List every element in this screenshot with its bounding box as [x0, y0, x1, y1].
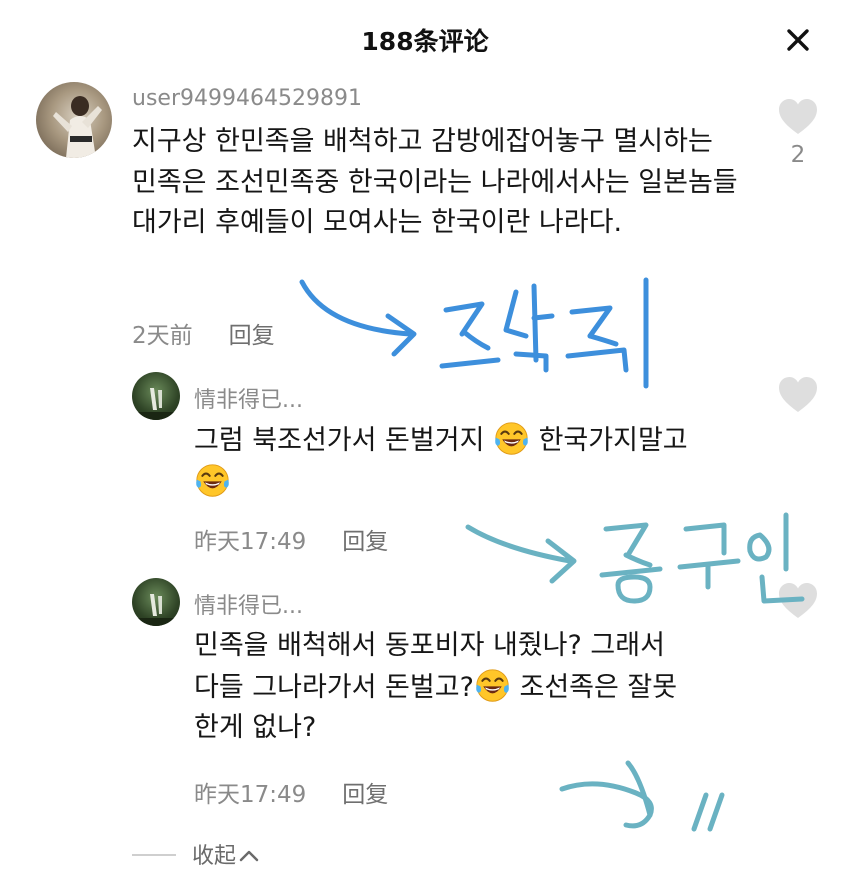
- heart-icon: [779, 377, 817, 412]
- comments-header: 188条评论: [0, 0, 850, 80]
- comment-text: 지구상 한민족을 배척하고 감방에잡어놓구 멸시하는 민족은 조선민족중 한국이…: [132, 126, 738, 238]
- handwritten-annotation-teal-mark: [559, 760, 725, 832]
- close-button[interactable]: [778, 20, 818, 60]
- reply-text-line: 민족을 배척해서 동포비자 내줬나? 그래서: [194, 630, 665, 661]
- heart-icon: [779, 99, 817, 134]
- reply-text: 그럼 북조선가서 돈벌거지 한국가지말고: [194, 420, 754, 503]
- laughing-tears-emoji: [495, 422, 528, 455]
- reply-meta: 昨天17:49 回复: [194, 775, 388, 809]
- comments-count-title: 188条评论: [361, 27, 489, 56]
- handwritten-annotation-blue: [299, 277, 649, 389]
- reply-like-button[interactable]: [776, 376, 820, 414]
- collapse-divider: [132, 854, 176, 856]
- collapse-label: 收起: [192, 844, 237, 869]
- collapse-replies: 收起: [132, 838, 260, 870]
- reply-avatar[interactable]: [132, 578, 180, 626]
- reply-text-part: 조선족은 잘못: [510, 671, 678, 703]
- reply-reply-button[interactable]: 回复: [342, 782, 388, 808]
- reply-time: 昨天17:49: [194, 529, 307, 555]
- reply-reply-button[interactable]: 回复: [342, 529, 388, 555]
- reply-time: 昨天17:49: [194, 782, 307, 808]
- comment-reply-button[interactable]: 回复: [229, 323, 275, 349]
- comment-like-button[interactable]: 2: [776, 98, 820, 168]
- chevron-up-icon: [239, 850, 259, 862]
- close-icon: [787, 29, 809, 51]
- comment-username[interactable]: user9499464529891: [132, 86, 362, 111]
- laughing-tears-emoji: [476, 668, 509, 702]
- reply-text-part: 한국가지말고: [530, 425, 688, 456]
- comment-time: 2天前: [132, 323, 193, 349]
- reply-meta: 昨天17:49 回复: [194, 522, 388, 556]
- reply-like-button[interactable]: [776, 582, 820, 620]
- reply-avatar[interactable]: [132, 372, 180, 420]
- laughing-tears-emoji: [196, 463, 229, 497]
- reply-text-line: 한게 없나?: [194, 712, 317, 743]
- reply-username[interactable]: 情非得已...: [194, 382, 303, 414]
- reply-username[interactable]: 情非得已...: [194, 588, 303, 620]
- reply-text-part: 다들 그나라가서 돈벌고?: [194, 671, 474, 703]
- comment-like-count: 2: [790, 142, 806, 168]
- avatar[interactable]: [36, 82, 112, 158]
- comment-meta: 2天前 回复: [132, 316, 275, 350]
- handwritten-annotation-teal: [465, 512, 805, 604]
- reply-text-part: 그럼 북조선가서 돈벌거지: [194, 425, 493, 456]
- collapse-button[interactable]: 收起: [192, 844, 260, 869]
- reply-text: 민족을 배척해서 동포비자 내줬나? 그래서다들 그나라가서 돈벌고? 조선족은…: [194, 626, 764, 749]
- heart-icon: [779, 583, 817, 618]
